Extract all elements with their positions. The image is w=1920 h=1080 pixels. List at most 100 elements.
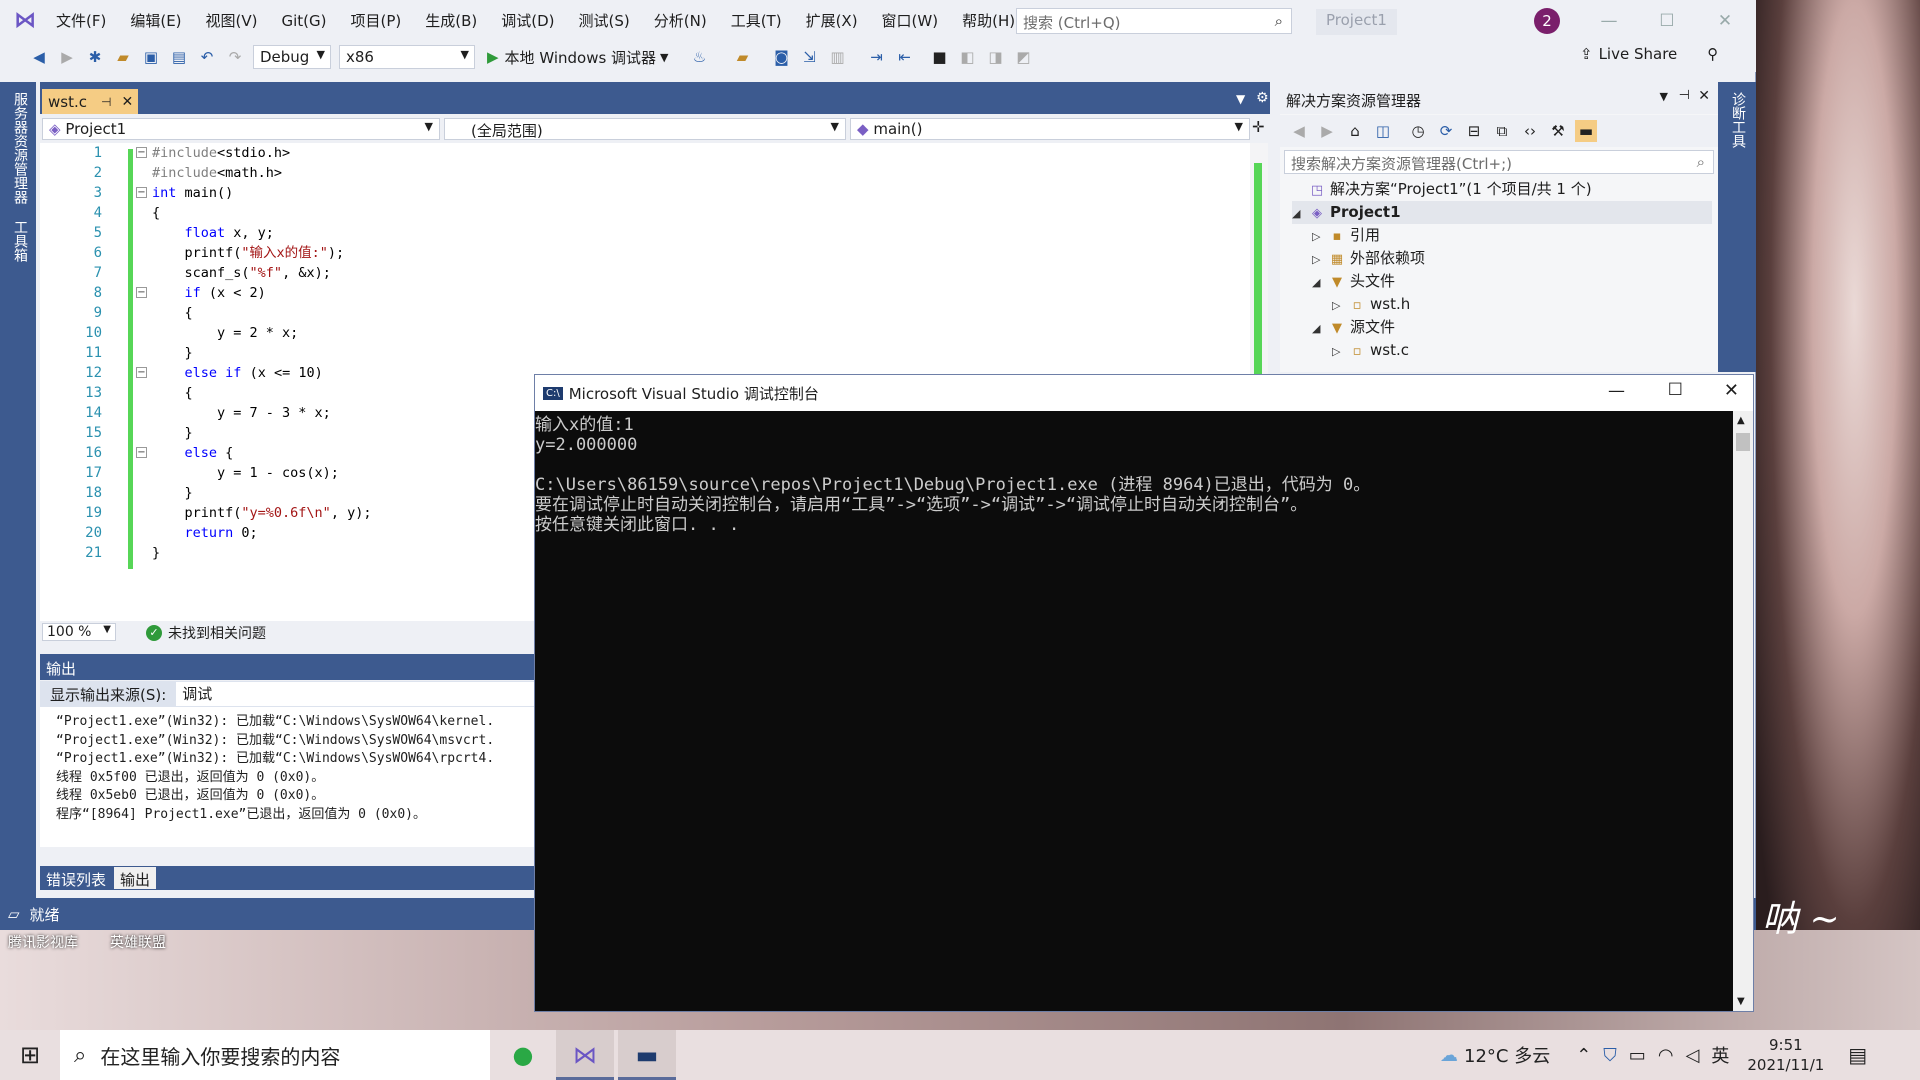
chevron-down-icon[interactable]: ▼ [1660,90,1668,103]
code-line[interactable]: scanf_s("%f", &x); [152,263,1252,283]
bookmark-clear-icon[interactable]: ◩ [1013,46,1035,68]
maximize-button[interactable]: ☐ [1638,0,1696,42]
tab-error-list[interactable]: 错误列表 [40,867,112,889]
search-input[interactable]: 搜索 (Ctrl+Q) ⌕ [1016,8,1292,34]
server-explorer-tab[interactable]: 服务器资源管理器 [10,92,30,204]
tab-overflow-icon[interactable]: ▼ [1236,92,1245,106]
clock[interactable]: 9:51 2021/11/1 [1747,1035,1824,1075]
save-icon[interactable]: ▣ [140,46,162,68]
pin-icon[interactable]: ⊣ [1679,88,1690,103]
menu-view[interactable]: 视图(V) [194,0,270,42]
open-file-icon[interactable]: ▰ [112,46,134,68]
code-line[interactable]: y = 2 * x; [152,323,1252,343]
home-icon[interactable]: ⌂ [1344,120,1366,142]
collapse-icon[interactable]: − [136,187,147,198]
menu-window[interactable]: 窗口(W) [870,0,951,42]
scroll-thumb[interactable] [1736,433,1750,451]
configuration-select[interactable]: Debug ▼ [253,45,331,69]
expand-icon[interactable]: ▷ [1332,340,1348,363]
outdent-icon[interactable]: ⇤ [894,46,916,68]
solution-search-input[interactable]: 搜索解决方案资源管理器(Ctrl+;) ⌕ [1284,150,1714,174]
browser-icon[interactable]: ◙ [771,46,793,68]
tree-item[interactable]: ▷ ▦ 外部依赖项 [1312,247,1712,270]
notification-center-icon[interactable]: ▤ [1848,1043,1867,1067]
tree-item[interactable]: ◢ ◈ Project1 [1292,201,1712,224]
tree-item[interactable]: ▷ ▫ wst.h [1332,293,1712,316]
notification-badge[interactable]: 2 [1534,8,1560,34]
console-scrollbar[interactable]: ▲ ▼ [1733,411,1753,1011]
hot-reload-icon[interactable]: ♨ [689,46,711,68]
search-icon[interactable]: ⌕ [1275,12,1283,30]
expand-icon[interactable]: ▷ [1312,225,1328,248]
ime-indicator[interactable]: 英 [1711,1042,1729,1068]
bookmark-prev-icon[interactable]: ◧ [957,46,979,68]
output-source-select[interactable]: 调试 [176,682,537,706]
scope-nav-select[interactable]: (全局范围) ▼ [444,118,846,140]
member-nav-select[interactable]: ◆ main() ▼ [850,118,1250,140]
chevron-up-icon[interactable]: ⌃ [1576,1045,1591,1066]
bookmark-next-icon[interactable]: ◨ [985,46,1007,68]
close-button[interactable]: ✕ [1724,380,1739,401]
diagnostic-tools-tab[interactable]: 诊断工具 [1728,92,1748,148]
wifi-icon[interactable]: ◠ [1658,1045,1674,1066]
gear-icon[interactable]: ⚙ [1256,90,1269,106]
preview-icon[interactable]: ▬ [1575,120,1597,142]
live-share-button[interactable]: ⇪ Live Share ⚲ [1580,45,1718,63]
new-project-icon[interactable]: ✱ [84,46,106,68]
console-title-bar[interactable]: C:\ Microsoft Visual Studio 调试控制台 — ☐ ✕ [535,375,1753,411]
console-taskbar-icon[interactable]: ▬ [618,1030,676,1080]
collapse-all-icon[interactable]: ⊟ [1463,120,1485,142]
save-all-icon[interactable]: ▤ [168,46,190,68]
desktop-label-lol[interactable]: 英雄联盟 [110,932,166,952]
feedback-icon[interactable]: ⚲ [1707,45,1718,63]
pin-icon[interactable]: ⊣ [101,95,111,109]
desktop-label-tencent[interactable]: 腾讯影视库 [8,932,78,952]
document-tab-wst[interactable]: wst.c ⊣ ✕ [42,89,138,114]
menu-file[interactable]: 文件(F) [44,0,118,42]
start-debugging-button[interactable]: ▶ 本地 Windows 调试器 ▼ [487,47,669,68]
tree-item[interactable]: ◢ ▼ 源文件 [1312,316,1712,339]
issues-indicator[interactable]: ✓ 未找到相关问题 [146,623,266,643]
properties-icon[interactable]: ⚒ [1547,120,1569,142]
folder-search-icon[interactable]: ▰ [732,46,754,68]
code-line[interactable]: printf("输入x的值:"); [152,243,1252,263]
tree-item[interactable]: ▷ ▫ wst.c [1332,339,1712,362]
indent-icon[interactable]: ⇥ [866,46,888,68]
taskbar-search-input[interactable]: ⌕ 在这里输入你要搜索的内容 [60,1030,490,1080]
shield-icon[interactable]: ⛉ [1603,1045,1617,1066]
menu-git[interactable]: Git(G) [270,0,339,42]
collapse-icon[interactable]: − [136,447,147,458]
bookmark-icon[interactable]: ■ [929,46,951,68]
code-line[interactable]: int main() [152,183,1252,203]
step-icon[interactable]: ⇲ [799,46,821,68]
menu-debug[interactable]: 调试(D) [489,0,566,42]
undo-icon[interactable]: ↶ [196,46,218,68]
scroll-down-icon[interactable]: ▼ [1737,996,1745,1007]
start-icon[interactable]: ⊞ [0,1030,60,1080]
sync-icon[interactable]: ⟳ [1435,120,1457,142]
code-line[interactable]: #include<stdio.h> [152,143,1252,163]
history-icon[interactable]: ◷ [1407,120,1429,142]
code-line[interactable]: } [152,343,1252,363]
show-all-files-icon[interactable]: ⧉ [1491,120,1513,142]
menu-build[interactable]: 生成(B) [413,0,489,42]
tree-item[interactable]: ◢ ▼ 头文件 [1312,270,1712,293]
back-icon[interactable]: ◀ [1288,120,1310,142]
menu-tools[interactable]: 工具(T) [719,0,794,42]
maximize-button[interactable]: ☐ [1668,380,1683,400]
menu-extensions[interactable]: 扩展(X) [794,0,870,42]
project-nav-select[interactable]: ◈ Project1 ▼ [42,118,440,140]
expand-icon[interactable]: ▷ [1332,294,1348,317]
tree-item[interactable]: ▷ ▪ 引用 [1312,224,1712,247]
redo-icon[interactable]: ↷ [224,46,246,68]
expand-icon[interactable]: ◢ [1292,202,1308,225]
code-line[interactable]: { [152,303,1252,323]
wechat-icon[interactable]: ● [494,1030,552,1080]
tree-item[interactable]: ◳ 解决方案“Project1”(1 个项目/共 1 个) [1292,178,1712,201]
layout-icon[interactable]: ▥ [827,46,849,68]
close-icon[interactable]: ✕ [1698,88,1710,104]
close-tab-icon[interactable]: ✕ [121,94,133,110]
switch-view-icon[interactable]: ◫ [1372,120,1394,142]
search-icon[interactable]: ⌕ [1697,153,1705,171]
split-icon[interactable]: ✛ [1252,118,1265,136]
